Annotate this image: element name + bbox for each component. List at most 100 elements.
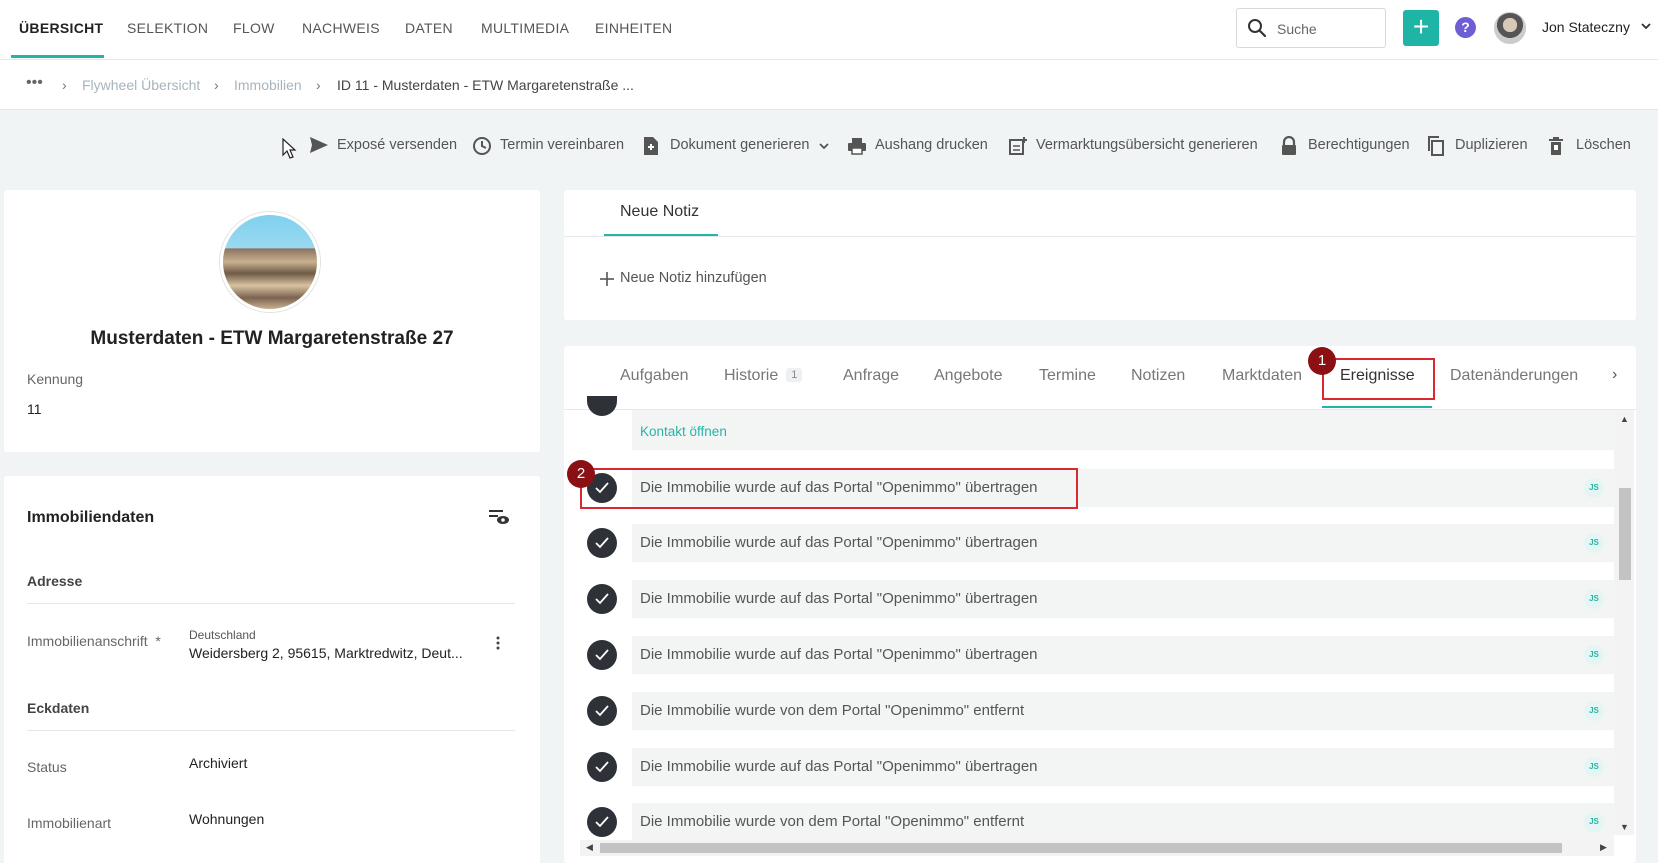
address-country: Deutschland [189,628,256,642]
nav-flow[interactable]: FLOW [233,20,275,36]
address-value[interactable]: Weidersberg 2, 95615, Marktredwitz, Deut… [189,645,463,661]
action-label: Termin vereinbaren [500,137,625,153]
open-contact-link[interactable]: Kontakt öffnen [640,424,727,439]
nav-einheiten[interactable]: EINHEITEN [595,20,672,36]
action-label: Dokument generieren [670,137,810,153]
status-label: Status [27,759,67,775]
annotation-highlight-box [1322,358,1435,400]
horizontal-scrollbar[interactable]: ◀ ▶ [580,840,1614,856]
breadcrumb-flywheel[interactable]: Flywheel Übersicht [82,77,200,93]
chevron-down-icon[interactable] [818,140,830,152]
vertical-scrollbar[interactable]: ▲ ▼ [1614,410,1634,835]
add-document-icon [1009,137,1027,155]
check-icon [587,528,617,558]
tab-angebote[interactable]: Angebote [934,367,1003,385]
breadcrumb-separator: › [214,77,219,93]
print-icon [848,138,866,155]
address-label-text: Immobilienanschrift [27,633,148,649]
status-value[interactable]: Archiviert [189,755,247,771]
table-row[interactable]: Die Immobilie wurde von dem Portal "Open… [632,692,1614,730]
id-label: Kennung [27,371,84,387]
add-button[interactable]: + [1403,10,1439,46]
avatar[interactable] [1494,12,1526,44]
search-placeholder: Suche [1277,21,1317,37]
breadcrumb-immobilien[interactable]: Immobilien [234,77,302,93]
tabs-scroll-right-button[interactable]: › [1612,366,1617,384]
table-row[interactable]: Die Immobilie wurde auf das Portal "Open… [632,524,1614,562]
check-icon [587,807,617,837]
annotation-number: 1 [1308,347,1336,375]
tab-historie[interactable]: Historie 1 [724,367,803,385]
required-mark: * [155,633,161,649]
search-icon [1248,19,1267,38]
nav-active-underline [11,55,104,58]
help-icon[interactable]: ? [1455,17,1476,38]
event-text: Die Immobilie wurde auf das Portal "Open… [640,758,1038,775]
type-value[interactable]: Wohnungen [189,811,264,827]
address-label: Immobilienanschrift * [27,633,161,649]
check-icon [587,584,617,614]
scroll-up-arrow[interactable]: ▲ [1620,414,1629,424]
scroll-down-arrow[interactable]: ▼ [1620,822,1629,832]
tab-anfrage[interactable]: Anfrage [843,367,899,385]
tab-notizen[interactable]: Notizen [1131,367,1185,385]
event-text: Die Immobilie wurde von dem Portal "Open… [640,813,1025,830]
user-badge: JS [1584,812,1604,832]
check-icon [587,640,617,670]
tab-new-note[interactable]: Neue Notiz [620,203,699,221]
nav-selektion[interactable]: SELEKTION [127,20,208,36]
chevron-down-icon[interactable] [1640,20,1652,32]
more-vertical-icon[interactable] [496,636,500,650]
nav-uebersicht[interactable]: ÜBERSICHT [19,20,103,36]
breadcrumb-more[interactable]: ••• [26,74,43,92]
nav-nachweis[interactable]: NACHWEIS [302,20,380,36]
clock-icon [473,137,491,155]
scroll-left-arrow[interactable]: ◀ [586,842,593,853]
tab-datenaenderungen[interactable]: Datenänderungen [1450,367,1578,385]
property-title: Musterdaten - ETW Margaretenstraße 27 [90,328,454,349]
trash-icon [1549,137,1563,155]
table-row[interactable]: Die Immobilie wurde auf das Portal "Open… [632,748,1614,786]
user-name[interactable]: Jon Stateczny [1542,19,1630,35]
document-icon [644,137,658,155]
tab-marktdaten[interactable]: Marktdaten [1222,367,1302,385]
divider [27,730,515,731]
divider [564,236,1636,237]
divider [27,603,515,604]
search-input[interactable]: Suche [1236,8,1386,48]
event-text: Die Immobilie wurde auf das Portal "Open… [640,646,1038,663]
tab-active-underline [1322,406,1432,408]
tab-termine[interactable]: Termine [1039,367,1096,385]
action-label: Vermarktungsübersicht generieren [1036,137,1258,153]
event-text: Die Immobilie wurde auf das Portal "Open… [640,534,1038,551]
user-badge: JS [1584,645,1604,665]
top-navigation: ÜBERSICHT SELEKTION FLOW NACHWEIS DATEN … [0,0,1658,60]
table-row[interactable]: Die Immobilie wurde auf das Portal "Open… [632,636,1614,674]
scroll-right-arrow[interactable]: ▶ [1600,842,1607,853]
add-note-label: Neue Notiz hinzufügen [620,270,767,286]
user-badge: JS [1584,701,1604,721]
tab-aufgaben[interactable]: Aufgaben [620,367,689,385]
visibility-filter-icon[interactable] [488,508,510,526]
mouse-cursor-icon [282,138,297,159]
nav-multimedia[interactable]: MULTIMEDIA [481,20,569,36]
property-details-card [4,476,540,863]
tab-historie-label: Historie [724,367,779,384]
scrollbar-thumb[interactable] [1619,488,1631,580]
copy-icon [1428,136,1444,156]
user-badge: JS [1584,757,1604,777]
breadcrumb: ••• › Flywheel Übersicht › Immobilien › … [0,60,1658,110]
details-title: Immobiliendaten [27,509,155,526]
notes-card [564,190,1636,320]
table-row[interactable]: Die Immobilie wurde auf das Portal "Open… [632,580,1614,618]
action-label: Berechtigungen [1308,137,1410,153]
scrollbar-thumb[interactable] [600,843,1562,853]
action-label: Aushang drucken [875,137,988,153]
send-icon [310,137,328,153]
table-row[interactable]: Die Immobilie wurde von dem Portal "Open… [632,803,1614,841]
historie-count-badge: 1 [786,368,803,382]
property-image[interactable] [220,212,320,312]
annotation-highlight-box [580,468,1078,509]
nav-daten[interactable]: DATEN [405,20,453,36]
action-label: Exposé versenden [337,137,458,153]
